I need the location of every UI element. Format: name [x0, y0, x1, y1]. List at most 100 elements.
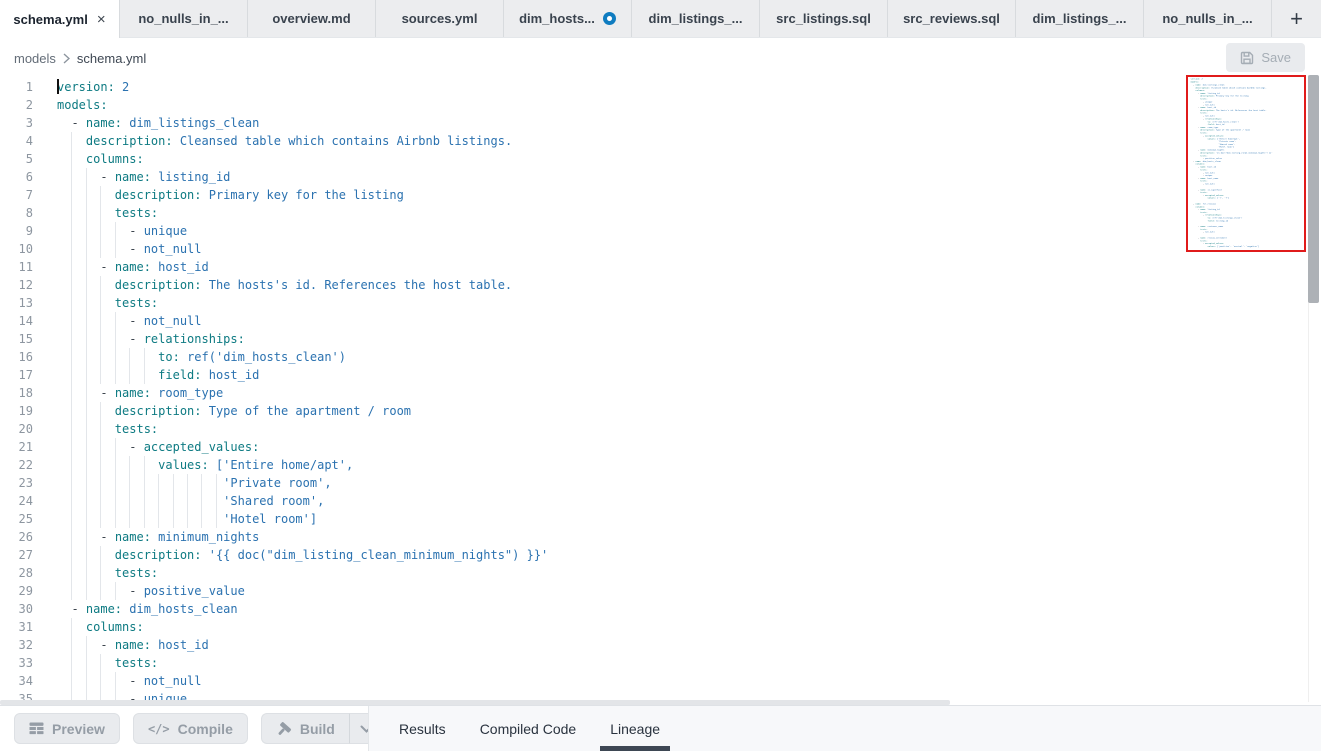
panel-tab-compiled-code[interactable]: Compiled Code — [480, 706, 577, 751]
build-button[interactable]: Build — [261, 713, 350, 744]
line-number: 31 — [0, 618, 44, 636]
code-line[interactable]: 19 description: Type of the apartment / … — [0, 402, 1321, 420]
indent-guide — [86, 366, 87, 384]
code-line[interactable]: 21 - accepted_values: — [0, 438, 1321, 456]
code-line[interactable]: 34 - not_null — [0, 672, 1321, 690]
editor-tab[interactable]: dim_hosts... — [504, 0, 632, 37]
code-line[interactable]: 8 tests: — [0, 204, 1321, 222]
editor-tab[interactable]: overview.md — [248, 0, 376, 37]
hammer-icon — [276, 721, 292, 737]
indent-guide — [115, 348, 116, 366]
indent-guide — [71, 132, 72, 150]
code-line-text: description: Type of the apartment / roo… — [44, 402, 411, 420]
indent-guide — [100, 402, 101, 420]
code-line[interactable]: 9 - unique — [0, 222, 1321, 240]
code-line[interactable]: 15 - relationships: — [0, 330, 1321, 348]
code-line[interactable]: 20 tests: — [0, 420, 1321, 438]
editor-tab[interactable]: schema.yml× — [0, 0, 120, 38]
code-line[interactable]: 3 - name: dim_listings_clean — [0, 114, 1321, 132]
indent-guide — [71, 294, 72, 312]
code-line[interactable]: 32 - name: host_id — [0, 636, 1321, 654]
code-line[interactable]: 22 values: ['Entire home/apt', — [0, 456, 1321, 474]
action-buttons: Preview </>Compile Build — [0, 706, 368, 751]
code-line[interactable]: 17 field: host_id — [0, 366, 1321, 384]
code-line[interactable]: 1version: 2 — [0, 78, 1321, 96]
save-label: Save — [1261, 50, 1291, 65]
code-line[interactable]: 7 description: Primary key for the listi… — [0, 186, 1321, 204]
line-number: 30 — [0, 600, 44, 618]
code-line[interactable]: 5 columns: — [0, 150, 1321, 168]
save-button[interactable]: Save — [1226, 43, 1305, 72]
code-line-text: - name: room_type — [44, 384, 223, 402]
code-line-text: - accepted_values: — [44, 438, 259, 456]
code-line[interactable]: 33 tests: — [0, 654, 1321, 672]
indent-guide — [115, 222, 116, 240]
indent-guide — [115, 366, 116, 384]
indent-guide — [71, 366, 72, 384]
editor-tab[interactable]: no_nulls_in_... — [1144, 0, 1272, 37]
indent-guide — [86, 402, 87, 420]
code-line[interactable]: 4 description: Cleansed table which cont… — [0, 132, 1321, 150]
code-line[interactable]: 10 - not_null — [0, 240, 1321, 258]
chevron-right-icon — [63, 53, 70, 64]
breadcrumb-bar: modelsschema.yml Save — [0, 38, 1321, 78]
line-number: 22 — [0, 456, 44, 474]
code-line[interactable]: 6 - name: listing_id — [0, 168, 1321, 186]
code-line[interactable]: 11 - name: host_id — [0, 258, 1321, 276]
code-line[interactable]: 26 - name: minimum_nights — [0, 528, 1321, 546]
indent-guide — [86, 510, 87, 528]
line-number: 34 — [0, 672, 44, 690]
indent-guide — [71, 384, 72, 402]
indent-guide — [71, 276, 72, 294]
compile-button[interactable]: </>Compile — [133, 713, 248, 744]
code-line[interactable]: 18 - name: room_type — [0, 384, 1321, 402]
code-line[interactable]: 23 'Private room', — [0, 474, 1321, 492]
code-line[interactable]: 24 'Shared room', — [0, 492, 1321, 510]
line-number: 29 — [0, 582, 44, 600]
code-editor[interactable]: 1version: 22models:3 - name: dim_listing… — [0, 78, 1321, 705]
code-line-text: tests: — [44, 294, 158, 312]
panel-tab-lineage[interactable]: Lineage — [610, 706, 660, 751]
line-number: 5 — [0, 150, 44, 168]
code-line[interactable]: 27 description: '{{ doc("dim_listing_cle… — [0, 546, 1321, 564]
editor-tab[interactable]: sources.yml — [376, 0, 504, 37]
code-line[interactable]: 25 'Hotel room'] — [0, 510, 1321, 528]
code-line-text: columns: — [44, 150, 144, 168]
code-line[interactable]: 12 description: The hosts's id. Referenc… — [0, 276, 1321, 294]
code-line-text: 'Shared room', — [44, 492, 324, 510]
code-line[interactable]: 2models: — [0, 96, 1321, 114]
panel-tab-results[interactable]: Results — [399, 706, 446, 751]
indent-guide — [86, 492, 87, 510]
indent-guide — [86, 330, 87, 348]
editor-tab[interactable]: src_reviews.sql — [888, 0, 1016, 37]
editor-tab[interactable]: src_listings.sql — [760, 0, 888, 37]
new-tab-button[interactable]: + — [1272, 0, 1321, 37]
close-icon[interactable]: × — [97, 12, 106, 27]
table-icon — [29, 722, 44, 735]
indent-guide — [144, 492, 145, 510]
code-icon: </> — [148, 722, 170, 736]
tab-label: dim_listings_... — [1033, 11, 1127, 26]
indent-guide — [71, 672, 72, 690]
indent-guide — [100, 582, 101, 600]
code-line[interactable]: 16 to: ref('dim_hosts_clean') — [0, 348, 1321, 366]
code-line[interactable]: 13 tests: — [0, 294, 1321, 312]
preview-button[interactable]: Preview — [14, 713, 120, 744]
tab-label: dim_hosts... — [519, 11, 595, 26]
indent-guide — [86, 186, 87, 204]
indent-guide — [173, 474, 174, 492]
code-line[interactable]: 14 - not_null — [0, 312, 1321, 330]
vertical-scrollbar[interactable] — [1308, 75, 1319, 303]
text-cursor — [57, 79, 59, 94]
line-number: 13 — [0, 294, 44, 312]
editor-tab[interactable]: no_nulls_in_... — [120, 0, 248, 37]
indent-guide — [71, 402, 72, 420]
minimap-highlight-box[interactable]: version: 2models: - name: dim_listings_c… — [1186, 75, 1306, 252]
code-line[interactable]: 31 columns: — [0, 618, 1321, 636]
code-line[interactable]: 29 - positive_value — [0, 582, 1321, 600]
code-line[interactable]: 28 tests: — [0, 564, 1321, 582]
code-line[interactable]: 30 - name: dim_hosts_clean — [0, 600, 1321, 618]
editor-tab[interactable]: dim_listings_... — [1016, 0, 1144, 37]
editor-tab[interactable]: dim_listings_... — [632, 0, 760, 37]
indent-guide — [158, 474, 159, 492]
